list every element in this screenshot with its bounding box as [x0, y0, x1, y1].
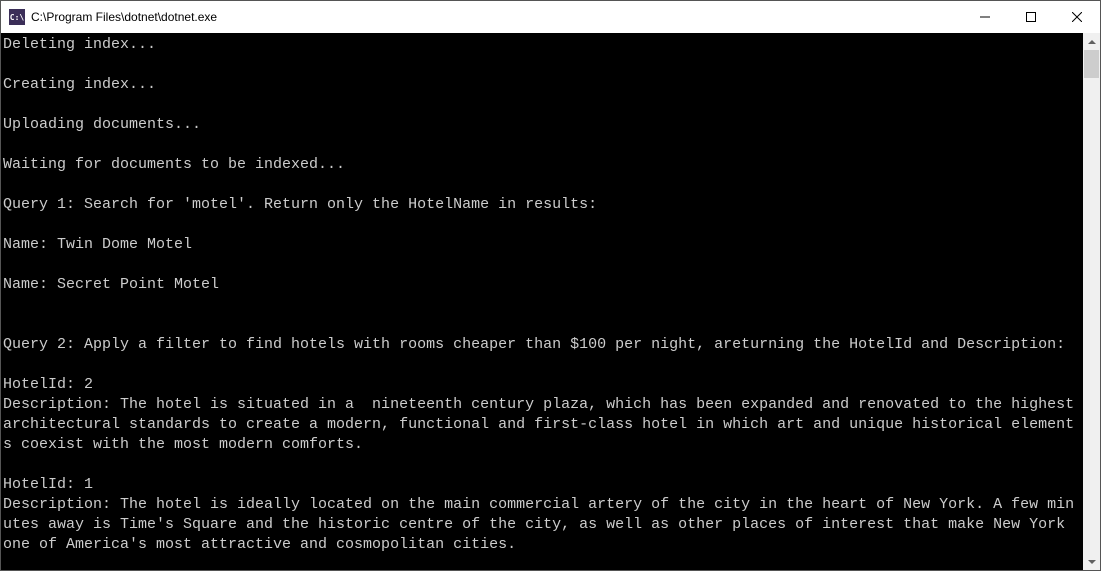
- minimize-button[interactable]: [962, 1, 1008, 33]
- maximize-button[interactable]: [1008, 1, 1054, 33]
- console-window: C:\ C:\Program Files\dotnet\dotnet.exe D…: [0, 0, 1101, 571]
- close-button[interactable]: [1054, 1, 1100, 33]
- console-output[interactable]: Deleting index... Creating index... Uplo…: [1, 33, 1083, 570]
- titlebar[interactable]: C:\ C:\Program Files\dotnet\dotnet.exe: [1, 1, 1100, 33]
- window-title: C:\Program Files\dotnet\dotnet.exe: [31, 10, 962, 24]
- scroll-thumb[interactable]: [1084, 50, 1099, 78]
- app-icon: C:\: [9, 9, 25, 25]
- vertical-scrollbar[interactable]: [1083, 33, 1100, 570]
- scroll-up-button[interactable]: [1083, 33, 1100, 50]
- window-controls: [962, 1, 1100, 33]
- scroll-down-button[interactable]: [1083, 553, 1100, 570]
- scroll-track[interactable]: [1083, 50, 1100, 553]
- console-body: Deleting index... Creating index... Uplo…: [1, 33, 1100, 570]
